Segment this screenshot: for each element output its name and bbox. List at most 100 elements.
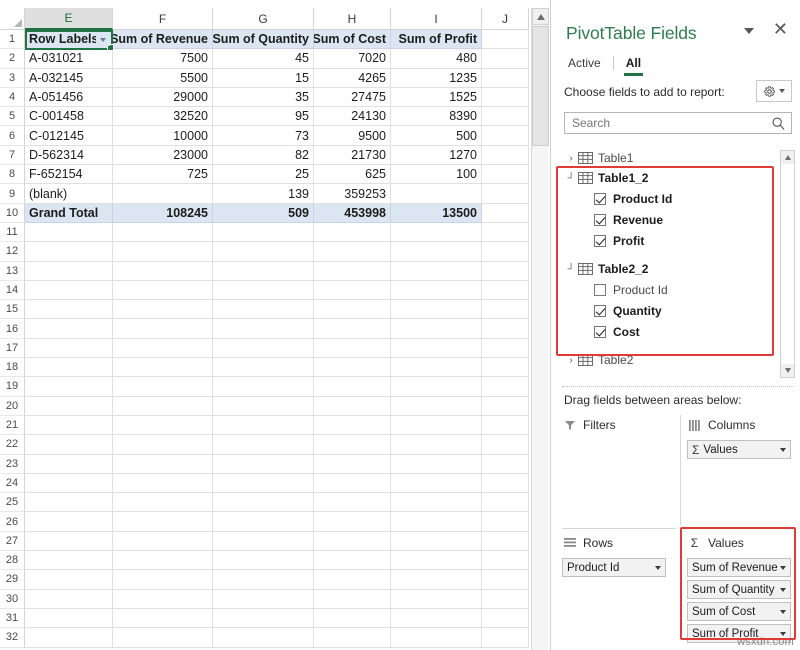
table-row[interactable]: 22 [0,435,550,454]
empty-cell[interactable] [482,609,529,628]
empty-cell[interactable] [25,609,113,628]
empty-cell[interactable] [482,30,529,49]
table-row[interactable]: 12 [0,242,550,261]
empty-cell[interactable] [25,512,113,531]
field-group-Table2_2[interactable]: ┘Table2_2 [560,259,796,279]
table-row[interactable]: 2A-0310217500457020480 [0,49,550,68]
row-header-22[interactable]: 22 [0,435,25,454]
pivot-value-revenue[interactable]: 5500 [113,69,213,88]
empty-cell[interactable] [314,512,391,531]
table-row[interactable]: 21 [0,416,550,435]
row-header-8[interactable]: 8 [0,165,25,184]
empty-cell[interactable] [314,551,391,570]
empty-cell[interactable] [482,204,529,223]
empty-cell[interactable] [314,628,391,647]
empty-cell[interactable] [482,532,529,551]
empty-cell[interactable] [25,474,113,493]
row-header-24[interactable]: 24 [0,474,25,493]
pivot-value-quantity[interactable]: 35 [213,88,314,107]
empty-cell[interactable] [482,126,529,145]
table-row[interactable]: 19 [0,377,550,396]
column-header-J[interactable]: J [482,8,529,30]
checkbox[interactable] [594,193,606,205]
empty-cell[interactable] [213,416,314,435]
field-item-cost[interactable]: Cost [560,321,796,342]
empty-cell[interactable] [25,435,113,454]
empty-cell[interactable] [482,107,529,126]
empty-cell[interactable] [113,532,213,551]
empty-cell[interactable] [482,69,529,88]
pivot-value-quantity[interactable]: 73 [213,126,314,145]
empty-cell[interactable] [391,551,482,570]
sheet-vertical-scrollbar[interactable] [531,8,548,650]
empty-cell[interactable] [25,242,113,261]
row-header-12[interactable]: 12 [0,242,25,261]
grand-total-quantity[interactable]: 509 [213,204,314,223]
empty-cell[interactable] [113,628,213,647]
empty-cell[interactable] [314,416,391,435]
area-columns[interactable]: Columns Σ Values [680,415,794,525]
pivot-row-label[interactable]: A-032145 [25,69,113,88]
empty-cell[interactable] [113,570,213,589]
empty-cell[interactable] [314,339,391,358]
row-header-4[interactable]: 4 [0,88,25,107]
field-item-product-id[interactable]: Product Id [560,188,796,209]
empty-cell[interactable] [482,339,529,358]
pivot-row-label[interactable]: D-562314 [25,146,113,165]
empty-cell[interactable] [314,262,391,281]
scroll-thumb[interactable] [532,26,549,146]
field-list-scrollbar[interactable] [780,150,795,378]
empty-cell[interactable] [213,339,314,358]
empty-cell[interactable] [482,474,529,493]
table-row[interactable]: 13 [0,262,550,281]
empty-cell[interactable] [113,377,213,396]
empty-cell[interactable] [213,262,314,281]
table-row[interactable]: 4A-0514562900035274751525 [0,88,550,107]
empty-cell[interactable] [25,493,113,512]
empty-cell[interactable] [391,416,482,435]
row-header-10[interactable]: 10 [0,204,25,223]
pill-values-columns[interactable]: Σ Values [687,440,791,459]
empty-cell[interactable] [113,223,213,242]
column-header-E[interactable]: E [25,8,113,30]
empty-cell[interactable] [391,590,482,609]
empty-cell[interactable] [113,590,213,609]
pivot-value-quantity[interactable]: 25 [213,165,314,184]
table-row[interactable]: 9(blank)139359253 [0,184,550,203]
table-row[interactable]: 20 [0,397,550,416]
empty-cell[interactable] [113,339,213,358]
pill-sum-of-revenue[interactable]: Sum of Revenue [687,558,791,577]
empty-cell[interactable] [482,49,529,68]
empty-cell[interactable] [482,146,529,165]
table-row[interactable]: 25 [0,493,550,512]
pill-dropdown-caret[interactable] [780,588,786,592]
table-row[interactable]: 18 [0,358,550,377]
pivot-value-revenue[interactable] [113,184,213,203]
empty-cell[interactable] [213,590,314,609]
table-row[interactable]: 10Grand Total10824550945399813500 [0,204,550,223]
pivot-row-label[interactable]: C-001458 [25,107,113,126]
pivot-header-cell[interactable]: Sum of Revenue [113,30,213,49]
empty-cell[interactable] [213,512,314,531]
empty-cell[interactable] [213,281,314,300]
empty-cell[interactable] [314,493,391,512]
pivot-value-revenue[interactable]: 725 [113,165,213,184]
empty-cell[interactable] [113,435,213,454]
checkbox[interactable] [594,305,606,317]
collapse-icon[interactable]: ┘ [564,264,578,275]
close-icon[interactable]: ✕ [773,19,788,39]
pivot-value-quantity[interactable]: 45 [213,49,314,68]
empty-cell[interactable] [213,474,314,493]
empty-cell[interactable] [113,262,213,281]
empty-cell[interactable] [482,397,529,416]
empty-cell[interactable] [391,435,482,454]
empty-cell[interactable] [113,416,213,435]
empty-cell[interactable] [113,397,213,416]
empty-cell[interactable] [482,570,529,589]
field-item-quantity[interactable]: Quantity [560,300,796,321]
pivot-value-profit[interactable]: 1235 [391,69,482,88]
pivot-value-revenue[interactable]: 7500 [113,49,213,68]
empty-cell[interactable] [482,300,529,319]
empty-cell[interactable] [391,262,482,281]
table-row[interactable]: 11 [0,223,550,242]
